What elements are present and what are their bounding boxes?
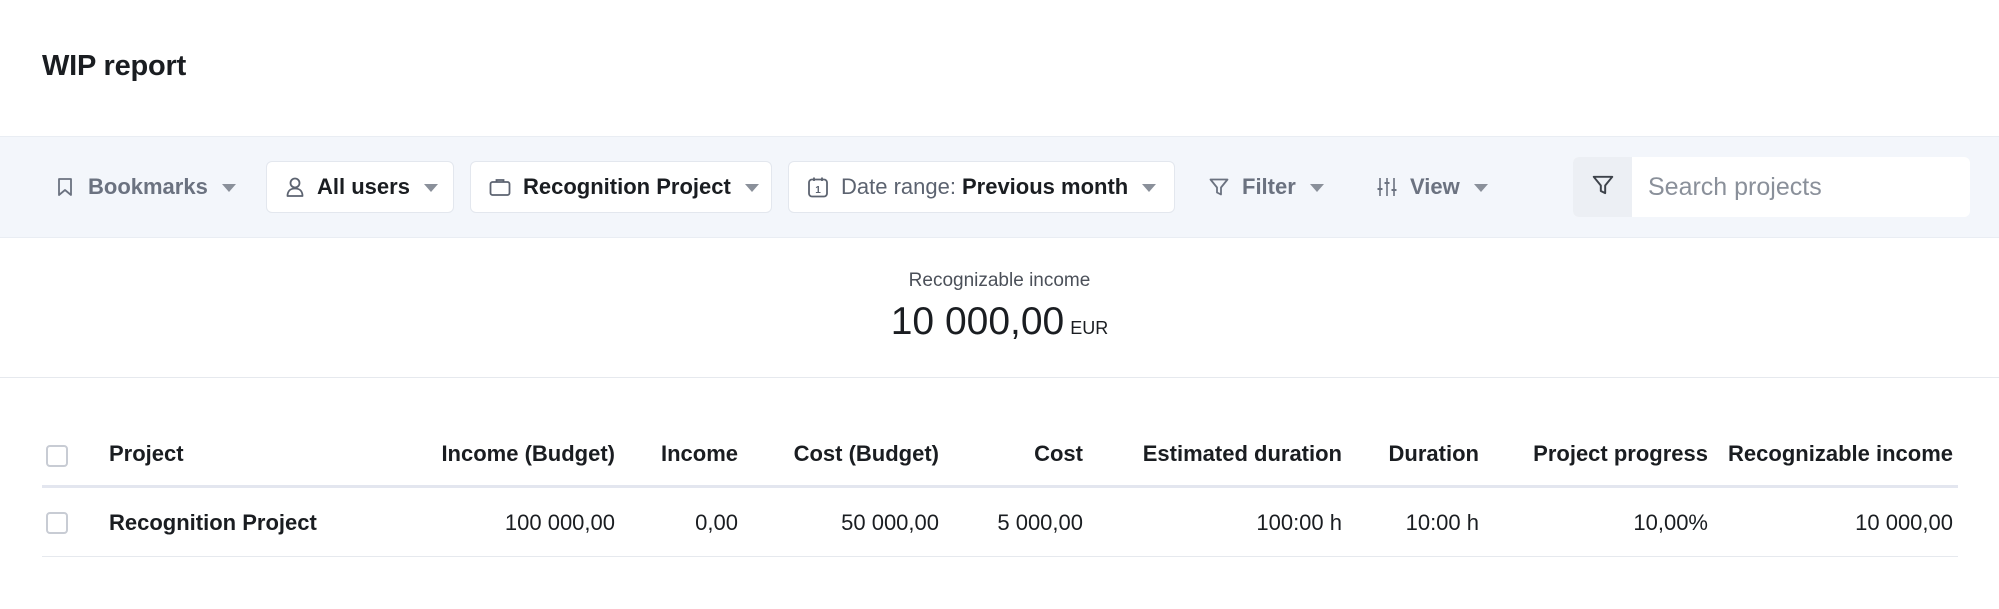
filter-label: Filter [1242,174,1296,199]
project-dropdown[interactable]: Recognition Project [470,161,772,213]
search-box [1573,157,1970,217]
filter-icon [1591,173,1615,202]
cell-project[interactable]: Recognition Project [109,510,317,536]
chevron-down-icon [221,184,236,192]
summary-label: Recognizable income [908,270,1091,291]
cell-income: 0,00 [695,510,738,535]
chevron-down-icon [744,184,759,192]
col-recognizable-income[interactable]: Recognizable income [1728,441,1953,467]
bookmarks-label: Bookmarks [88,174,208,199]
cell-income-budget: 100 000,00 [504,510,615,535]
col-income[interactable]: Income [661,441,738,467]
summary-panel: Recognizable income 10 000,00 EUR [0,238,1999,378]
col-cost-budget[interactable]: Cost (Budget) [794,441,939,467]
bookmarks-dropdown[interactable]: Bookmarks [42,161,236,213]
date-range-dropdown[interactable]: 1 Date range: Previous month [788,161,1175,213]
users-dropdown[interactable]: All users [266,161,454,213]
toolbar: Bookmarks All users Recognition Project … [0,136,1999,238]
svg-text:1: 1 [815,185,821,196]
table-row[interactable]: Recognition Project 100 000,00 0,00 50 0… [42,488,1958,557]
cell-cost-budget: 50 000,00 [841,510,939,535]
summary-value: 10 000,00 EUR [0,300,1999,344]
col-cost[interactable]: Cost [1034,441,1083,467]
briefcase-icon [489,176,511,198]
chevron-down-icon [1142,184,1157,192]
page-title: WIP report [42,50,187,82]
chevron-down-icon [423,184,438,192]
search-input[interactable] [1632,157,1970,217]
sliders-icon [1376,176,1398,198]
cell-recognizable-income: 10 000,00 [1855,510,1953,535]
col-estimated-duration[interactable]: Estimated duration [1143,441,1342,467]
date-range-prefix: Date range: [841,174,956,199]
col-income-budget[interactable]: Income (Budget) [441,441,615,467]
cell-estimated-duration: 100:00 h [1256,510,1342,535]
table-header: Project Income (Budget) Income Cost (Bud… [42,428,1958,488]
view-dropdown[interactable]: View [1376,161,1488,213]
select-all-checkbox[interactable] [46,445,68,467]
summary-currency: EUR [1070,318,1109,338]
users-label: All users [317,174,410,199]
search-filter-button[interactable] [1573,157,1632,217]
calendar-icon: 1 [807,176,829,198]
chevron-down-icon [1309,184,1324,192]
wip-table: Project Income (Budget) Income Cost (Bud… [42,428,1958,557]
user-icon [285,176,305,198]
filter-icon [1208,176,1230,198]
col-project[interactable]: Project [109,441,184,467]
view-label: View [1410,174,1460,199]
filter-dropdown[interactable]: Filter [1208,161,1324,213]
col-project-progress[interactable]: Project progress [1533,441,1708,467]
bookmark-icon [54,176,76,198]
project-label: Recognition Project [523,174,731,199]
col-duration[interactable]: Duration [1389,441,1479,467]
cell-project-progress: 10,00% [1633,510,1708,535]
chevron-down-icon [1473,184,1488,192]
date-range-value: Previous month [961,174,1129,199]
cell-cost: 5 000,00 [997,510,1083,535]
summary-amount: 10 000,00 [890,300,1065,343]
row-checkbox[interactable] [46,512,68,534]
cell-duration: 10:00 h [1405,510,1479,535]
